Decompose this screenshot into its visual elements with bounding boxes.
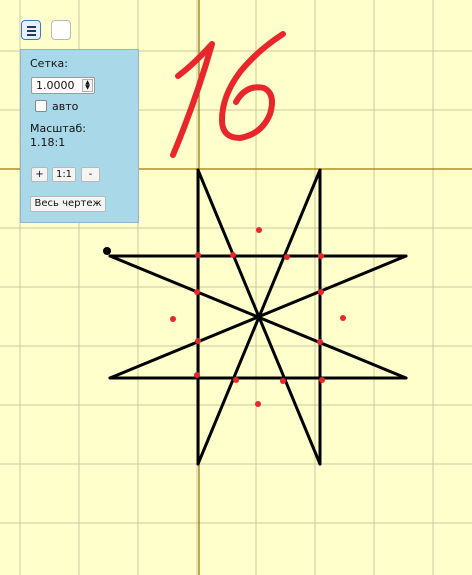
handwritten-number bbox=[170, 31, 286, 158]
intersection-point[interactable] bbox=[340, 315, 346, 321]
grid-step-spinner[interactable]: ▲ ▼ bbox=[82, 79, 93, 92]
empty-tool-button[interactable] bbox=[51, 20, 71, 40]
auto-label: авто bbox=[52, 100, 79, 113]
intersection-point[interactable] bbox=[256, 227, 262, 233]
fit-all-button[interactable]: Весь чертеж bbox=[30, 196, 106, 212]
intersection-point[interactable] bbox=[194, 372, 200, 378]
intersection-point[interactable] bbox=[195, 338, 201, 344]
intersection-point[interactable] bbox=[233, 377, 239, 383]
intersection-point[interactable] bbox=[318, 253, 324, 259]
hamburger-menu-icon bbox=[27, 26, 36, 28]
intersection-point[interactable] bbox=[230, 252, 236, 258]
intersection-point[interactable] bbox=[318, 289, 324, 295]
scale-value: 1.18:1 bbox=[30, 136, 66, 149]
hamburger-menu-icon-bar bbox=[27, 34, 36, 36]
zoom-reset-button[interactable]: 1:1 bbox=[52, 167, 76, 182]
grid-step-value: 1.0000 bbox=[36, 79, 75, 92]
hamburger-menu-icon-bar bbox=[27, 30, 36, 32]
pen-start-point bbox=[103, 247, 111, 255]
spinner-down-icon[interactable]: ▼ bbox=[83, 85, 92, 91]
zoom-out-button[interactable]: - bbox=[81, 167, 100, 182]
intersection-point[interactable] bbox=[170, 316, 176, 322]
scale-label: Масштаб: bbox=[30, 122, 86, 135]
grid-step-input[interactable]: 1.0000 ▲ ▼ bbox=[31, 77, 95, 94]
intersection-point[interactable] bbox=[195, 252, 201, 258]
menu-button[interactable] bbox=[21, 20, 41, 40]
auto-checkbox[interactable] bbox=[35, 100, 47, 112]
zoom-in-button[interactable]: + bbox=[31, 167, 48, 182]
intersection-point[interactable] bbox=[255, 401, 261, 407]
grid-label: Сетка: bbox=[30, 57, 68, 70]
star-figure bbox=[108, 168, 408, 466]
intersection-point[interactable] bbox=[280, 378, 286, 384]
intersection-point[interactable] bbox=[317, 339, 323, 345]
settings-panel: Сетка: 1.0000 ▲ ▼ авто Масштаб: 1.18:1 +… bbox=[20, 49, 139, 223]
intersection-point[interactable] bbox=[319, 377, 325, 383]
intersection-point[interactable] bbox=[194, 289, 200, 295]
intersection-point[interactable] bbox=[284, 254, 290, 260]
